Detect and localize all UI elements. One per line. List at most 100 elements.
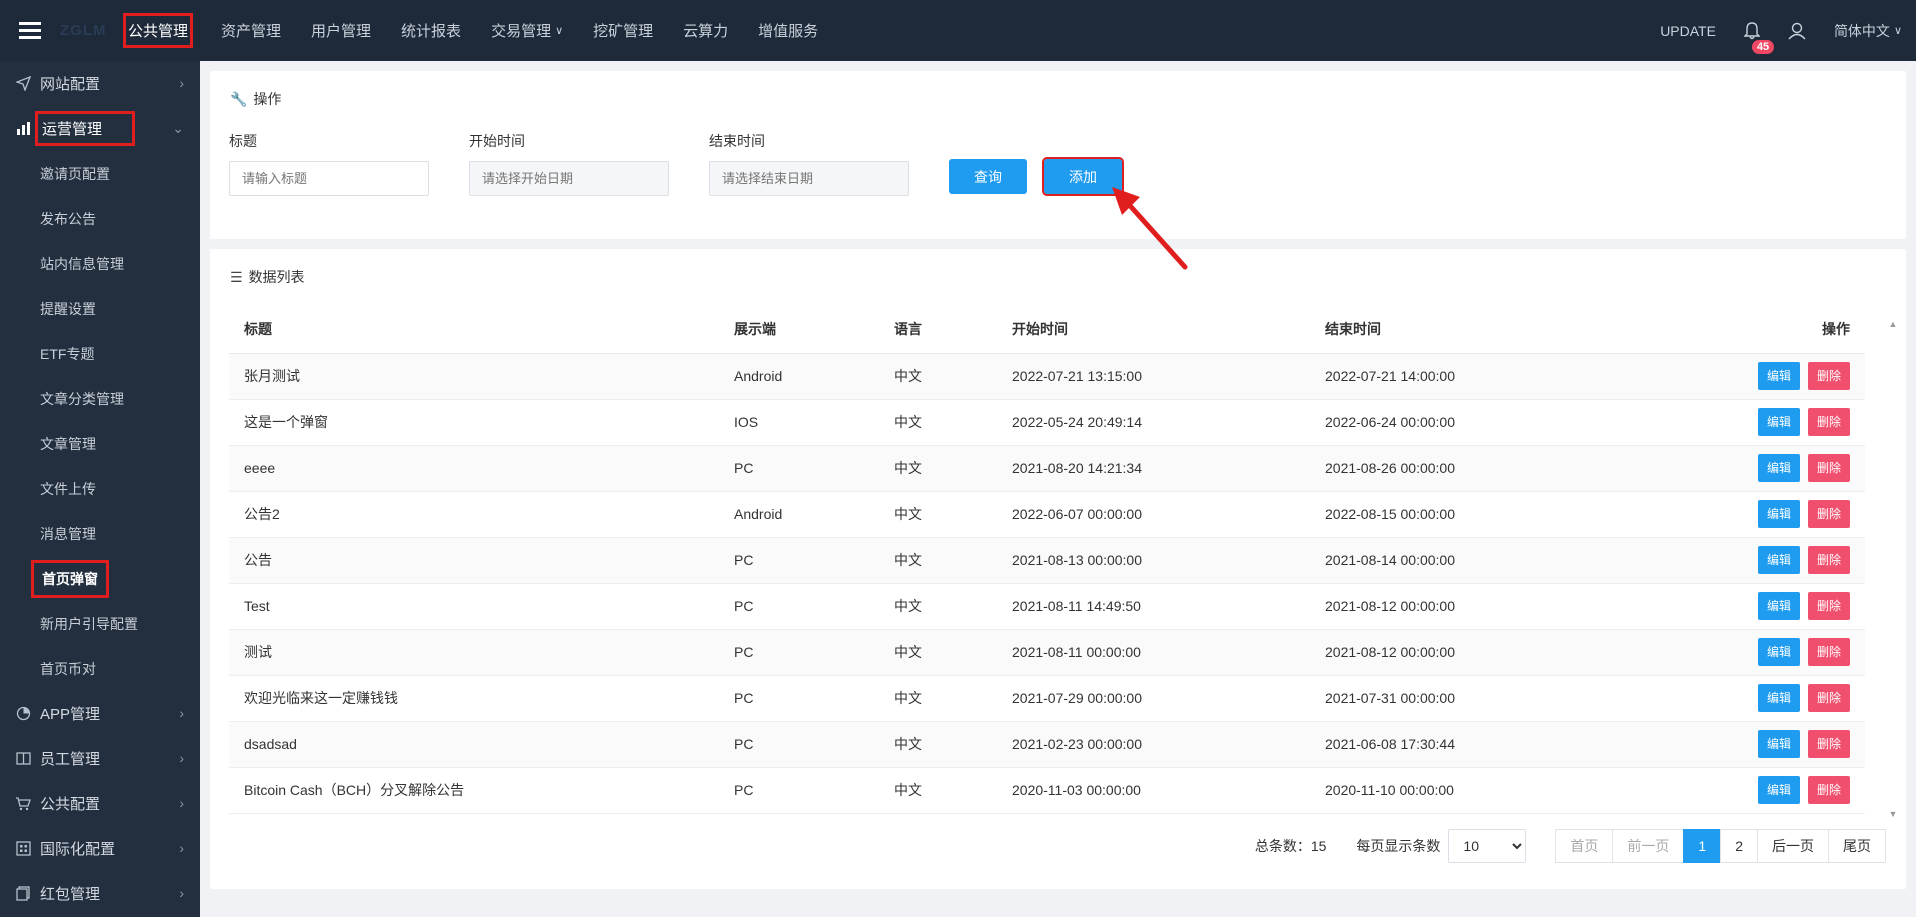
table-row: 公告 PC 中文 2021-08-13 00:00:00 2021-08-14 00:0…: [229, 537, 1865, 584]
last-page-button[interactable]: 尾页: [1828, 829, 1886, 863]
delete-button[interactable]: 删除: [1808, 454, 1850, 482]
first-page-button[interactable]: 首页: [1555, 829, 1614, 863]
sidebar-group-label: 国际化配置: [40, 841, 116, 858]
delete-button[interactable]: 删除: [1808, 730, 1850, 758]
table-header-row: 标题 展示端 语言 开始时间 结束时间 操作: [229, 305, 1865, 354]
sidebar-group-t0[interactable]: 网站配置 ›: [0, 61, 200, 106]
sidebar-subitem-1[interactable]: 发布公告: [0, 196, 200, 241]
delete-button[interactable]: 删除: [1808, 546, 1850, 574]
table-cell: 2021-07-31 00:00:00: [1310, 675, 1623, 722]
delete-button[interactable]: 删除: [1808, 684, 1850, 712]
sidebar-subitem-label: 文章管理: [40, 435, 96, 452]
nav-item-5[interactable]: 挖矿管理: [578, 0, 668, 61]
edit-button[interactable]: 编辑: [1758, 408, 1800, 436]
table-scrollbar[interactable]: ▲ ▼: [1888, 319, 1898, 819]
nav-label: 云算力: [683, 23, 729, 40]
page-buttons: 首页 前一页 1 2 后一页 尾页: [1555, 829, 1886, 863]
page-button-2[interactable]: 2: [1720, 829, 1758, 863]
table-cell: PC: [719, 629, 879, 676]
sidebar-group-b3[interactable]: 国际化配置 ›: [0, 826, 200, 871]
edit-button[interactable]: 编辑: [1758, 776, 1800, 804]
table-cell: 2022-08-15 00:00:00: [1310, 491, 1623, 538]
end-time-label: 结束时间: [709, 133, 765, 149]
nav-item-0[interactable]: 公共管理: [110, 0, 206, 61]
sidebar-group-t1[interactable]: 运营管理 ⌄: [0, 106, 200, 151]
sidebar-subitem-8[interactable]: 消息管理: [0, 511, 200, 556]
page-size-select[interactable]: 10: [1448, 829, 1527, 863]
sidebar-subitem-label: 发布公告: [40, 210, 96, 227]
edit-button[interactable]: 编辑: [1758, 592, 1800, 620]
edit-button[interactable]: 编辑: [1758, 546, 1800, 574]
edit-button[interactable]: 编辑: [1758, 362, 1800, 390]
sidebar-subitem-label: 站内信息管理: [40, 255, 124, 272]
sidebar-group-b2[interactable]: 公共配置 ›: [0, 781, 200, 826]
delete-button[interactable]: 删除: [1808, 638, 1850, 666]
user-button[interactable]: [1774, 22, 1820, 40]
table-cell: Android: [719, 491, 879, 538]
table-cell: 2021-02-23 00:00:00: [997, 721, 1310, 768]
row-actions: 编辑 删除: [1623, 721, 1865, 768]
sidebar-group-b1[interactable]: 员工管理 ›: [0, 736, 200, 781]
sidebar-subitem-10[interactable]: 新用户引导配置: [0, 601, 200, 646]
top-bar: ZGLM 公共管理 资产管理 用户管理 统计报表 交易管理 ∨ 挖矿管理 云算力 增值服务 UP…: [0, 0, 1916, 61]
edit-button[interactable]: 编辑: [1758, 500, 1800, 528]
edit-button[interactable]: 编辑: [1758, 638, 1800, 666]
sidebar-subitem-9[interactable]: 首页弹窗: [0, 556, 200, 601]
menu-toggle-button[interactable]: [0, 0, 60, 61]
total-count: 总条数：15: [1254, 838, 1327, 854]
edit-button[interactable]: 编辑: [1758, 730, 1800, 758]
nav-item-1[interactable]: 资产管理: [206, 0, 296, 61]
copy-icon: [12, 886, 34, 901]
scroll-down-icon[interactable]: ▼: [1888, 809, 1898, 819]
delete-button[interactable]: 删除: [1808, 500, 1850, 528]
sidebar-group-b0[interactable]: APP管理 ›: [0, 691, 200, 736]
nav-item-7[interactable]: 增值服务: [743, 0, 833, 61]
sidebar-group-label: 员工管理: [40, 751, 101, 768]
language-select[interactable]: 简体中文 ∨: [1820, 21, 1916, 41]
row-actions: 编辑 删除: [1623, 353, 1865, 400]
sidebar-subitem-0[interactable]: 邀请页配置: [0, 151, 200, 196]
chevron-right-icon: ›: [179, 705, 184, 721]
title-input[interactable]: [229, 161, 429, 196]
table-cell: 2022-05-24 20:49:14: [997, 399, 1310, 446]
prev-page-button[interactable]: 前一页: [1612, 829, 1685, 863]
sidebar-subitem-2[interactable]: 站内信息管理: [0, 241, 200, 286]
operations-panel: 🔧 操作 标题 开始时间 结束时间 查询 添加: [210, 71, 1906, 239]
sidebar-subitem-3[interactable]: 提醒设置: [0, 286, 200, 331]
start-date-input[interactable]: [469, 161, 669, 196]
nav-item-4[interactable]: 交易管理 ∨: [476, 0, 578, 61]
nav-item-3[interactable]: 统计报表: [386, 0, 476, 61]
table-cell: 中文: [879, 537, 997, 584]
delete-button[interactable]: 删除: [1808, 362, 1850, 390]
delete-button[interactable]: 删除: [1808, 592, 1850, 620]
sidebar-subitem-6[interactable]: 文章管理: [0, 421, 200, 466]
table-cell: Test: [229, 583, 719, 630]
nav-label: 用户管理: [311, 23, 372, 40]
table-cell: 2021-06-08 17:30:44: [1310, 721, 1623, 768]
sidebar-subitem-11[interactable]: 首页币对: [0, 646, 200, 691]
sidebar-group-label: APP管理: [40, 706, 101, 723]
scroll-up-icon[interactable]: ▲: [1888, 319, 1898, 329]
edit-button[interactable]: 编辑: [1758, 454, 1800, 482]
sidebar-group-b4[interactable]: 红包管理 ›: [0, 871, 200, 916]
sidebar-subitem-4[interactable]: ETF专题: [0, 331, 200, 376]
table-cell: PC: [719, 767, 879, 814]
nav-item-6[interactable]: 云算力: [668, 0, 743, 61]
table-cell: 中文: [879, 583, 997, 630]
data-table: 标题 展示端 语言 开始时间 结束时间 操作 张月测试 Android 中文 2022-07-2…: [229, 305, 1865, 814]
next-page-button[interactable]: 后一页: [1757, 829, 1829, 863]
update-link[interactable]: UPDATE: [1646, 23, 1730, 39]
delete-button[interactable]: 删除: [1808, 408, 1850, 436]
table-cell: Bitcoin Cash（BCH）分叉解除公告: [229, 767, 719, 814]
delete-button[interactable]: 删除: [1808, 776, 1850, 804]
table-cell: 2021-08-12 00:00:00: [1310, 583, 1623, 630]
query-button[interactable]: 查询: [949, 159, 1027, 194]
table-cell: PC: [719, 537, 879, 584]
nav-item-2[interactable]: 用户管理: [296, 0, 386, 61]
sidebar-subitem-5[interactable]: 文章分类管理: [0, 376, 200, 421]
end-date-input[interactable]: [709, 161, 909, 196]
sidebar-subitem-7[interactable]: 文件上传: [0, 466, 200, 511]
edit-button[interactable]: 编辑: [1758, 684, 1800, 712]
notifications-button[interactable]: 45: [1730, 21, 1775, 54]
page-button-1[interactable]: 1: [1683, 829, 1722, 863]
